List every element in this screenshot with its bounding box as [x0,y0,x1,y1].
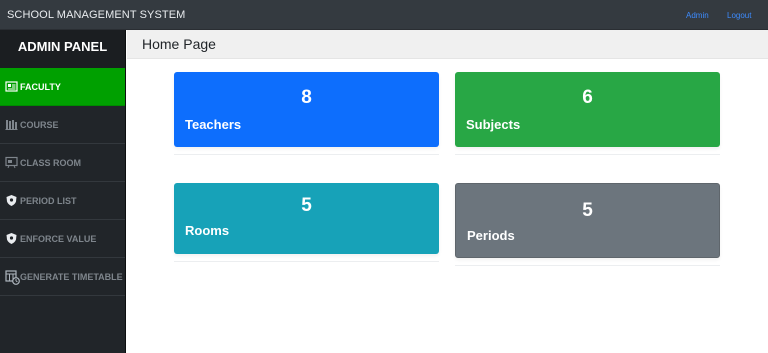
card-divider [455,265,720,266]
shield-icon [5,232,18,245]
sidebar-item-faculty[interactable]: FACULTY [0,68,125,106]
sidebar-item-label: PERIOD LIST [20,195,77,206]
rooms-label: Rooms [185,223,230,238]
card-divider [174,261,439,262]
sidebar-item-period-list[interactable]: PERIOD LIST [0,182,125,220]
card-divider [174,154,439,155]
classroom-icon [5,156,18,169]
sidebar-item-label: COURSE [20,119,59,130]
top-navbar: SCHOOL MANAGEMENT SYSTEM Admin Logout [0,0,768,30]
subjects-count: 6 [582,87,593,108]
teachers-card[interactable]: 8 Teachers [174,72,439,147]
subjects-card[interactable]: 6 Subjects [455,72,720,147]
logout-link[interactable]: Logout [727,11,751,20]
sidebar-item-label: CLASS ROOM [20,157,82,168]
subjects-label: Subjects [466,117,521,132]
books-icon [5,118,18,131]
sidebar-item-label: ENFORCE VALUE [20,233,97,244]
periods-label: Periods [467,228,515,243]
admin-link[interactable]: Admin [686,11,709,20]
main-content: Home Page 8 Teachers 6 Subjects 5 Rooms … [127,30,768,353]
sidebar-item-enforce-value[interactable]: ENFORCE VALUE [0,220,125,258]
page-title: Home Page [127,30,768,59]
rooms-card[interactable]: 5 Rooms [174,183,439,254]
shield-icon [5,194,18,207]
sidebar-item-course[interactable]: COURSE [0,106,125,144]
card-divider [455,154,720,155]
teachers-label: Teachers [185,117,242,132]
sidebar-item-label: GENERATE TIMETABLE [20,271,123,282]
faculty-icon [5,80,18,93]
sidebar-item-generate-timetable[interactable]: GENERATE TIMETABLE [0,258,125,296]
app-title: SCHOOL MANAGEMENT SYSTEM [7,9,186,21]
periods-count: 5 [582,200,593,221]
periods-card[interactable]: 5 Periods [455,183,720,258]
rooms-count: 5 [301,195,312,216]
teachers-count: 8 [301,87,312,108]
sidebar-item-class-room[interactable]: CLASS ROOM [0,144,125,182]
sidebar: ADMIN PANEL FACULTY COURSE CLASS ROOM PE… [0,30,126,353]
timetable-icon [5,270,20,285]
sidebar-item-label: FACULTY [20,81,61,92]
sidebar-title: ADMIN PANEL [0,30,125,68]
